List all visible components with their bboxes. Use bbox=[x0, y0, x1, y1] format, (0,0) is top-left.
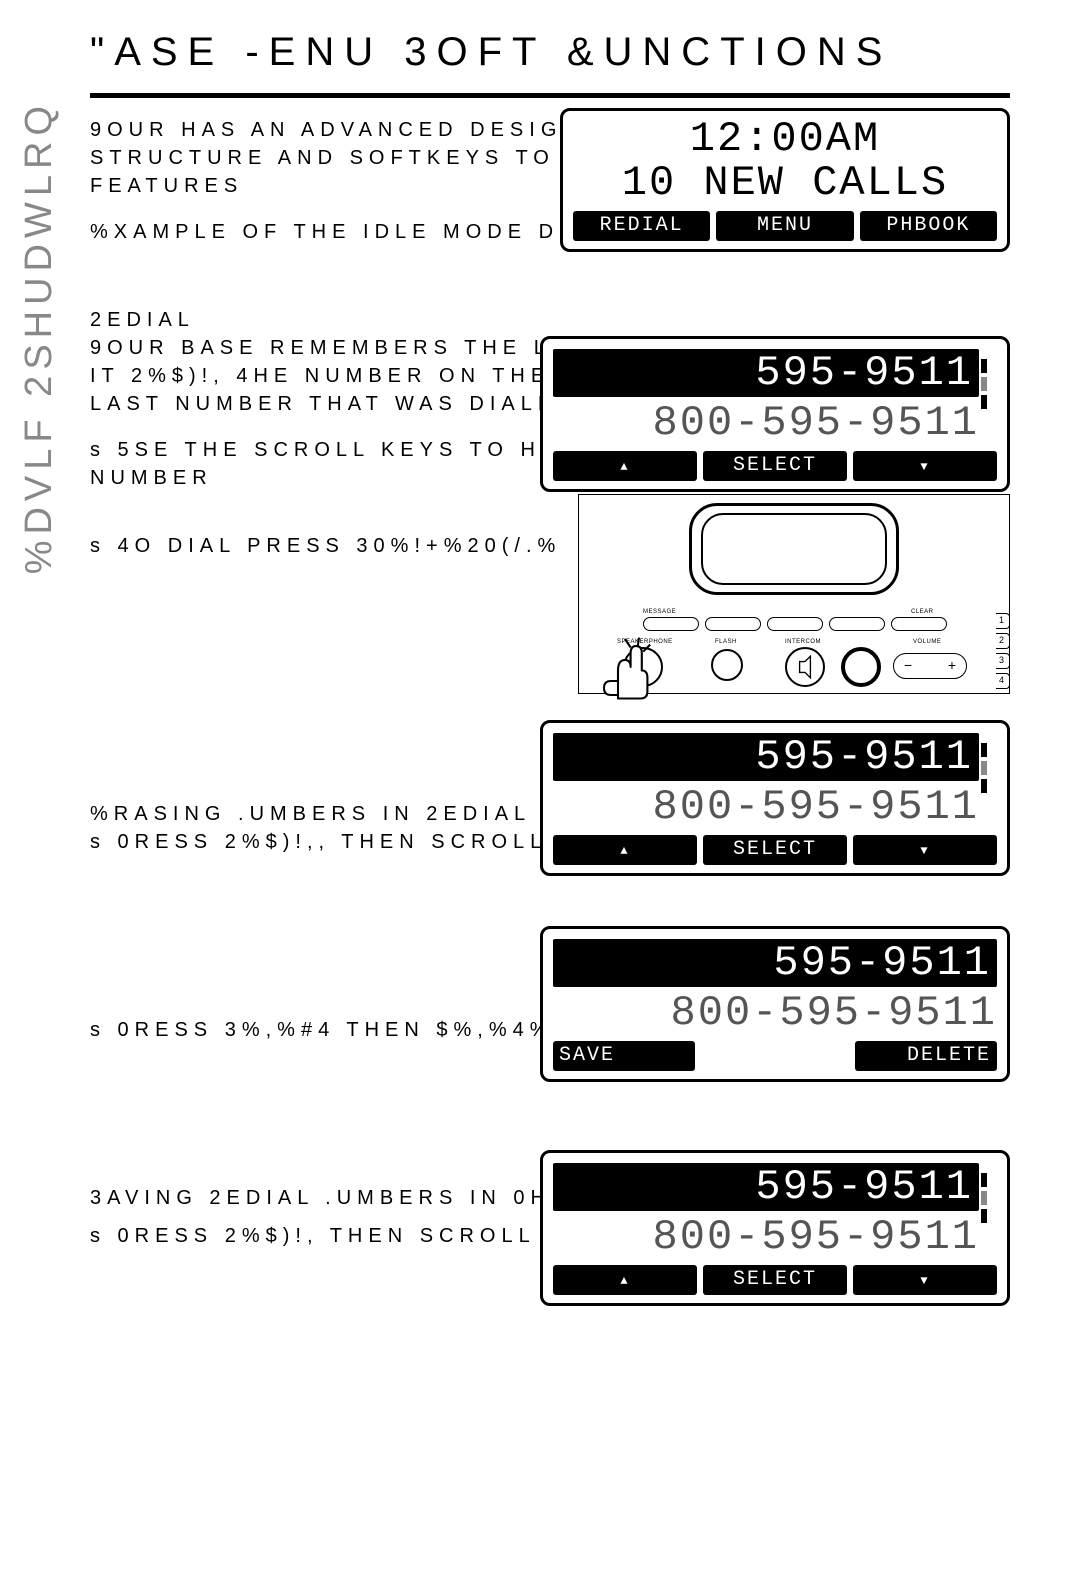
softkey-save[interactable]: SAVE bbox=[553, 1041, 695, 1071]
button-volume[interactable]: − + bbox=[893, 653, 967, 679]
button-message[interactable] bbox=[643, 617, 699, 631]
button-intercom[interactable] bbox=[785, 647, 825, 687]
softkey-phbook[interactable]: PHBOOK bbox=[860, 211, 997, 241]
lcd-number-selected: 595-9511 bbox=[553, 349, 979, 397]
redial-heading: 2EDIAL bbox=[90, 306, 1010, 334]
lcd-number-next: 800-595-9511 bbox=[553, 1215, 979, 1259]
label-volume: VOLUME bbox=[913, 639, 941, 645]
button-softkey-b[interactable] bbox=[767, 617, 823, 631]
softkey-delete[interactable]: DELETE bbox=[855, 1041, 997, 1071]
softkey-select[interactable]: SELECT bbox=[703, 451, 847, 481]
title-rule bbox=[90, 93, 1010, 98]
button-dial-wheel[interactable] bbox=[841, 647, 881, 687]
side-button-3[interactable]: 3 bbox=[996, 653, 1010, 669]
softkey-menu[interactable]: MENU bbox=[716, 211, 853, 241]
label-intercom: INTERCOM bbox=[785, 639, 821, 645]
lcd-save-scroll-display: 595-9511 800-595-9511 SELECT bbox=[540, 1150, 1010, 1306]
sound-icon bbox=[787, 649, 823, 685]
lcd-number-next: 800-595-9511 bbox=[553, 785, 979, 829]
lcd-time: 12:00AM bbox=[573, 117, 997, 161]
lcd-newcalls: 10 NEW CALLS bbox=[573, 161, 997, 205]
softkey-up[interactable] bbox=[553, 1265, 697, 1295]
label-message: MESSAGE bbox=[643, 609, 676, 615]
softkey-select[interactable]: SELECT bbox=[703, 1265, 847, 1295]
scroll-indicator bbox=[979, 1173, 989, 1223]
lcd-idle-display: 12:00AM 10 NEW CALLS REDIAL MENU PHBOOK bbox=[560, 108, 1010, 252]
triangle-down-icon bbox=[920, 1268, 929, 1291]
side-button-4[interactable]: 4 bbox=[996, 673, 1010, 689]
volume-minus-icon: − bbox=[904, 657, 912, 673]
button-softkey-c[interactable] bbox=[829, 617, 885, 631]
softkey-up[interactable] bbox=[553, 451, 697, 481]
pointing-hand-icon bbox=[590, 632, 660, 702]
softkey-select[interactable]: SELECT bbox=[703, 835, 847, 865]
triangle-down-icon bbox=[920, 454, 929, 477]
lcd-save-delete-display: 595-9511 800-595-9511 SAVE DELETE bbox=[540, 926, 1010, 1082]
scroll-indicator bbox=[979, 359, 989, 409]
button-clear[interactable] bbox=[891, 617, 947, 631]
triangle-up-icon bbox=[620, 454, 629, 477]
lcd-number-next: 800-595-9511 bbox=[553, 991, 997, 1035]
triangle-down-icon bbox=[920, 838, 929, 861]
volume-plus-icon: + bbox=[948, 657, 956, 673]
lcd-number-selected: 595-9511 bbox=[553, 733, 979, 781]
softkey-redial[interactable]: REDIAL bbox=[573, 211, 710, 241]
button-flash[interactable] bbox=[711, 649, 743, 681]
softkey-down[interactable] bbox=[853, 451, 997, 481]
side-button-2[interactable]: 2 bbox=[996, 633, 1010, 649]
triangle-up-icon bbox=[620, 1268, 629, 1291]
softkey-blank bbox=[713, 1041, 837, 1071]
lcd-number-next: 800-595-9511 bbox=[553, 401, 979, 445]
page-title: "ASE -ENU 3OFT &UNCTIONS bbox=[70, 30, 1010, 75]
lcd-redial-display: 595-9511 800-595-9511 SELECT bbox=[540, 336, 1010, 492]
lcd-erase-display: 595-9511 800-595-9511 SELECT bbox=[540, 720, 1010, 876]
lcd-number-selected: 595-9511 bbox=[553, 1163, 979, 1211]
lcd-number-selected: 595-9511 bbox=[553, 939, 997, 987]
scroll-indicator bbox=[979, 743, 989, 793]
softkey-up[interactable] bbox=[553, 835, 697, 865]
button-softkey-a[interactable] bbox=[705, 617, 761, 631]
label-flash: FLASH bbox=[715, 639, 737, 645]
triangle-up-icon bbox=[620, 838, 629, 861]
label-clear: CLEAR bbox=[911, 609, 934, 615]
softkey-down[interactable] bbox=[853, 1265, 997, 1295]
side-button-1[interactable]: 1 bbox=[996, 613, 1010, 629]
side-tab-label: %DVLF 2SHUDWLRQ bbox=[18, 100, 61, 574]
softkey-down[interactable] bbox=[853, 835, 997, 865]
